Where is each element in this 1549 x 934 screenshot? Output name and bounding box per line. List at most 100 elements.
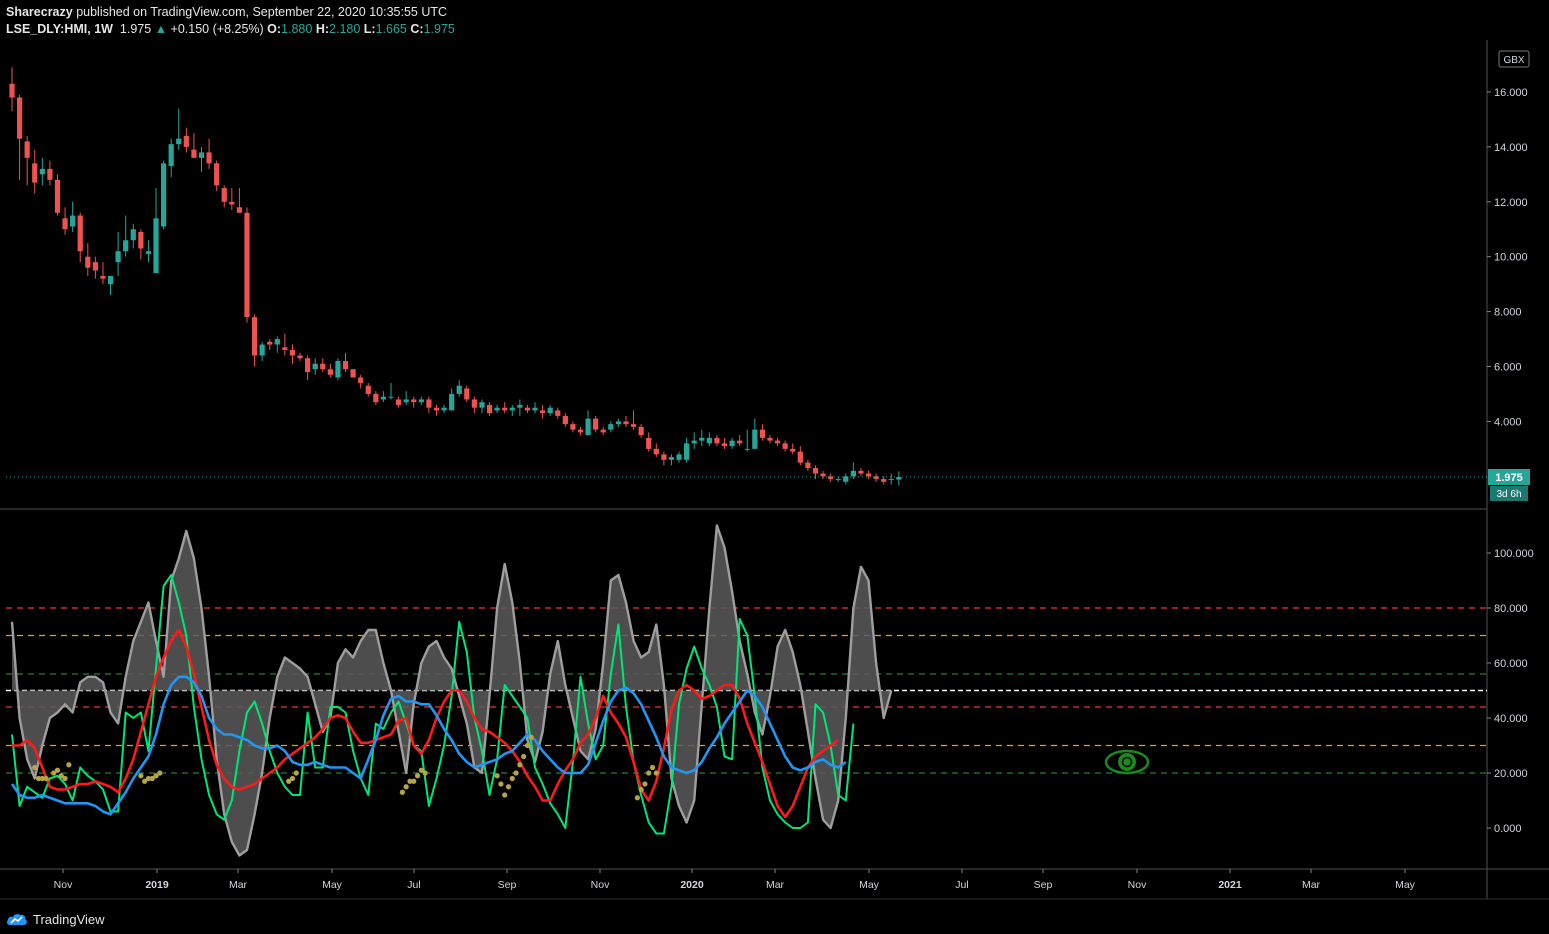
time-tick-label: Mar <box>1302 879 1321 891</box>
candle-body <box>358 377 364 383</box>
ohlc-legend: LSE_DLY:HMI, 1W 1.975 ▲ +0.150 (+8.25%) … <box>6 22 455 36</box>
candle-body <box>77 215 83 252</box>
candle-body <box>805 462 811 469</box>
signal-dot <box>513 770 519 776</box>
candle-body <box>524 407 531 411</box>
candle-body <box>335 361 341 378</box>
candle-body <box>774 440 781 444</box>
candle-body <box>214 163 220 186</box>
candle-body <box>236 207 242 213</box>
candle-body <box>593 418 599 430</box>
osc-tick-label: 60.000 <box>1494 658 1528 670</box>
candle-body <box>92 262 98 271</box>
candle-body <box>411 399 417 403</box>
signal-dot <box>521 753 527 760</box>
signal-dot <box>528 734 534 740</box>
signal-dot <box>62 775 68 782</box>
candle-body <box>100 275 106 279</box>
time-tick-label: Nov <box>591 879 610 891</box>
candle-body <box>107 275 114 285</box>
candle-body <box>502 407 508 411</box>
price-tick-label: 14.000 <box>1494 142 1528 154</box>
candle-body <box>608 424 614 430</box>
signal-dot <box>494 773 500 779</box>
candle-body <box>365 385 371 394</box>
close-value: 1.975 <box>423 22 455 36</box>
candle-body <box>623 421 629 425</box>
candle-body <box>752 429 758 449</box>
candle-body <box>706 437 712 444</box>
candle-body <box>9 83 15 98</box>
candle-body <box>570 424 576 430</box>
candle-body <box>638 426 644 436</box>
candle-body <box>782 443 788 449</box>
candle-body <box>289 350 296 356</box>
candle-body <box>54 179 61 213</box>
candle-body <box>668 457 675 460</box>
candle-body <box>456 385 462 394</box>
candle-body <box>865 473 872 477</box>
time-tick-label: Nov <box>1128 879 1147 891</box>
time-tick-label: May <box>322 879 343 891</box>
tradingview-logo[interactable]: TradingView <box>6 910 105 928</box>
signal-dot <box>524 742 531 749</box>
candle-body <box>585 418 591 436</box>
candle-body <box>441 407 447 411</box>
candle-body <box>206 152 212 164</box>
signal-dot <box>517 762 523 768</box>
candle-body <box>646 437 652 449</box>
candle-body <box>562 415 568 425</box>
time-tick-label: 2020 <box>680 879 704 891</box>
time-tick-label: Sep <box>1034 879 1053 891</box>
signal-dot <box>638 786 644 793</box>
eye-iris <box>1118 753 1136 771</box>
low-value: 1.665 <box>375 22 407 36</box>
signal-dot <box>157 770 163 776</box>
low-label: L: <box>363 22 376 36</box>
price-tick-label: 6.000 <box>1494 362 1522 374</box>
last-price-label: 1.975 <box>1495 472 1523 484</box>
candle-body <box>305 358 311 372</box>
candle-body <box>721 443 728 447</box>
candle-body <box>850 470 856 477</box>
price-tick-label: 12.000 <box>1494 197 1528 209</box>
time-tick-label: May <box>859 879 880 891</box>
candle-body <box>350 369 356 378</box>
signal-dot <box>422 770 428 776</box>
time-tick-label: 2021 <box>1218 879 1242 891</box>
signal-dot <box>32 764 38 771</box>
price-tick-label: 4.000 <box>1494 416 1522 428</box>
candle-body <box>835 479 841 481</box>
high-label: H: <box>315 22 330 36</box>
price-tick-label: 10.000 <box>1494 252 1528 264</box>
osc-tick-label: 80.000 <box>1494 603 1528 615</box>
price-tick-label: 16.000 <box>1494 87 1528 99</box>
candle-body <box>251 317 258 356</box>
candle-body <box>888 479 894 481</box>
candle-body <box>183 135 189 147</box>
signal-dot <box>289 775 296 782</box>
signal-dot <box>505 784 512 790</box>
candle-body <box>509 407 515 411</box>
tradingview-cloud-icon <box>6 913 27 925</box>
signal-dot <box>653 770 659 776</box>
candle-body <box>39 168 45 175</box>
author-name[interactable]: Sharecrazy <box>6 5 73 19</box>
signal-dot <box>54 767 61 773</box>
candle-body <box>320 363 326 370</box>
price-and-oscillator-chart[interactable]: 16.000 14.000 12.000 10.000 8.000 6.000 4.000 G… <box>0 0 1549 934</box>
candle-body <box>168 144 174 167</box>
candle-body <box>282 347 288 351</box>
signal-dot <box>399 789 405 795</box>
time-tick-label: Jul <box>407 879 420 891</box>
signal-dot <box>66 762 72 768</box>
symbol-label[interactable]: LSE_DLY:HMI, 1W <box>6 22 113 36</box>
candle-body <box>259 344 265 356</box>
candle-body <box>797 451 803 463</box>
candle-body <box>577 429 584 433</box>
signal-dot <box>634 795 640 801</box>
candle-body <box>388 396 394 398</box>
signal-dot <box>649 764 656 771</box>
candle-body <box>464 388 470 400</box>
signal-dot <box>509 775 515 782</box>
